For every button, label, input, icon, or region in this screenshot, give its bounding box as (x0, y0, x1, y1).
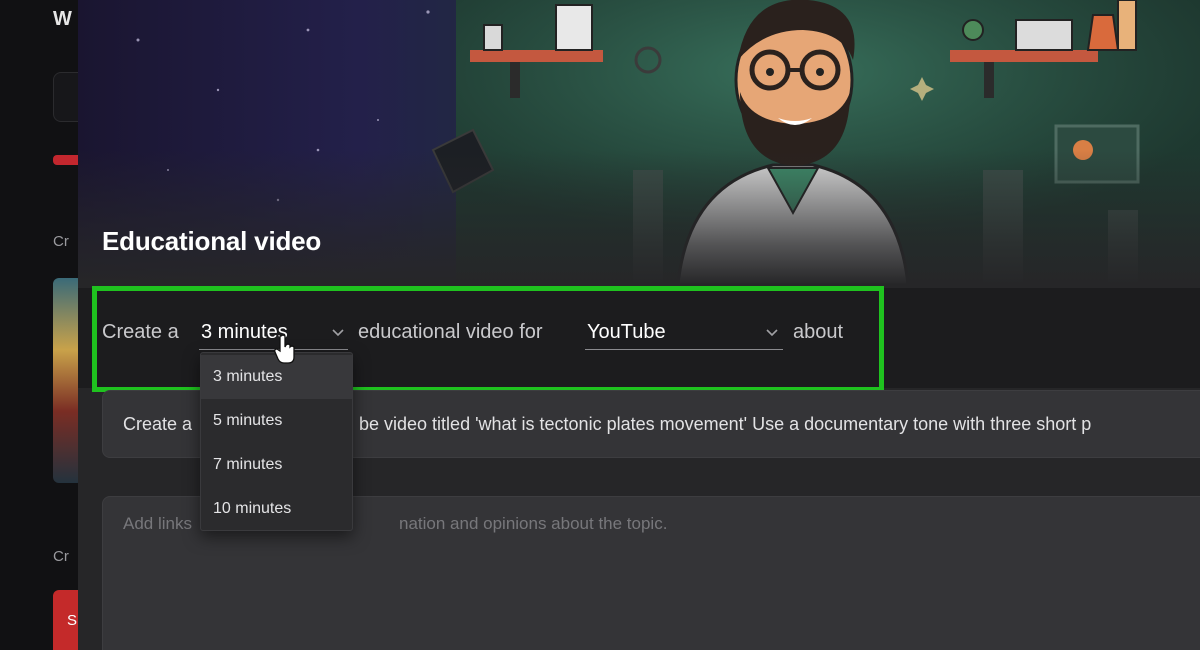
hand-cursor-icon (274, 334, 295, 364)
duration-option-5-minutes[interactable]: 5 minutes (201, 399, 352, 443)
info-placeholder-start: Add links (123, 514, 192, 533)
duration-option-7-minutes[interactable]: 7 minutes (201, 443, 352, 487)
background-card-label: S (67, 612, 78, 629)
background-app: W Cr Cr S (0, 0, 95, 650)
info-placeholder-end: nation and opinions about the topic. (399, 514, 668, 533)
hero-fade (78, 150, 1200, 285)
background-title: W (53, 8, 72, 30)
prompt-input-text-start: Create a (123, 414, 193, 434)
background-label: Cr (53, 233, 69, 250)
prompt-input-text-end: be video titled 'what is tectonic plates… (359, 414, 1092, 434)
duration-dropdown-menu: 3 minutes 5 minutes 7 minutes 10 minutes (200, 352, 353, 531)
background-label: Cr (53, 548, 69, 565)
modal-title: Educational video (102, 226, 322, 256)
educational-video-modal: Educational video Create a 3 minutes edu… (78, 0, 1200, 650)
duration-option-10-minutes[interactable]: 10 minutes (201, 487, 352, 531)
